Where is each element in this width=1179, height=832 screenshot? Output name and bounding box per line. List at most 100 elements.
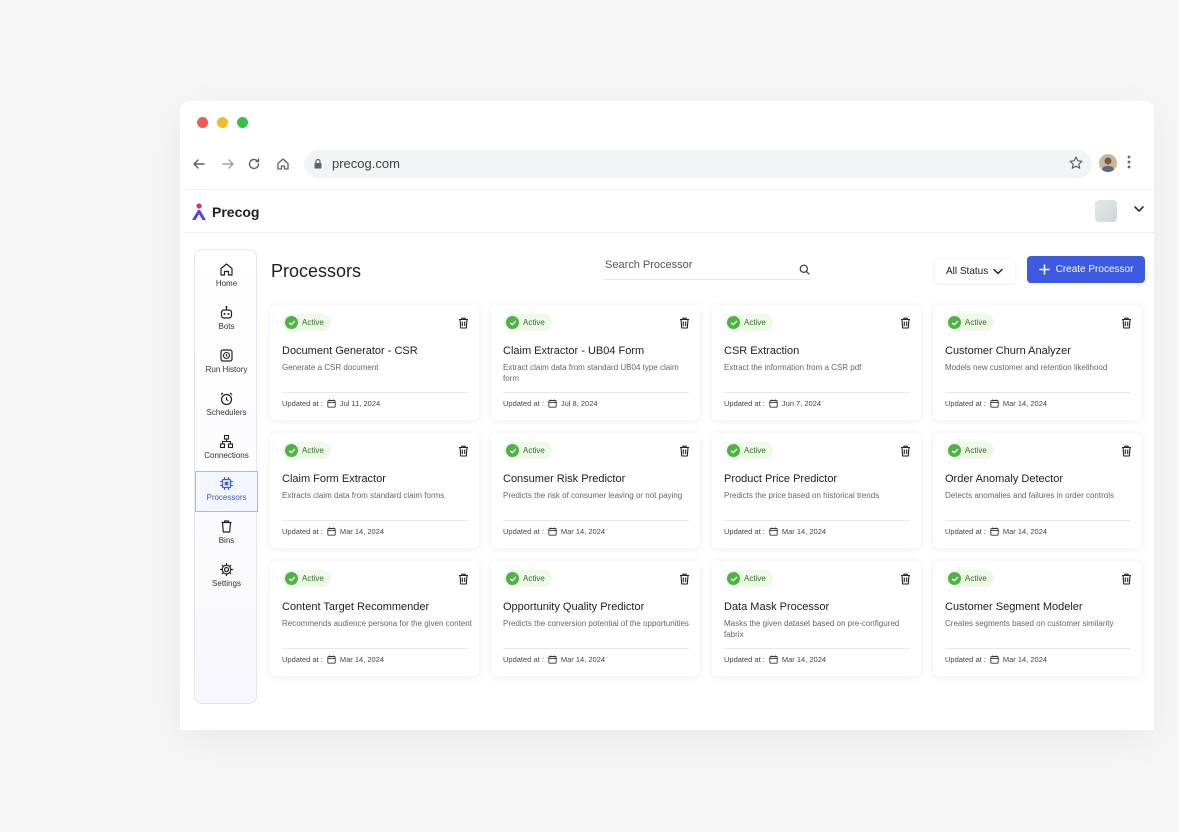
minimize-window-button[interactable] (217, 117, 228, 128)
delete-icon[interactable] (900, 445, 911, 457)
processor-description: Creates segments based on customer simil… (945, 619, 1114, 628)
status-badge: Active (283, 570, 331, 587)
chevron-down-icon (993, 268, 1003, 274)
back-arrow-icon[interactable] (188, 153, 210, 175)
processor-description: Predicts the conversion potential of the… (503, 619, 689, 628)
updated-date: Mar 14, 2024 (339, 655, 385, 664)
search-input[interactable]: Search Processor (603, 256, 811, 280)
processor-card[interactable]: Active Data Mask Processor Masks the giv… (712, 561, 921, 676)
status-text: Active (744, 318, 766, 327)
processor-description: Detects anomalies and failures in order … (945, 491, 1114, 500)
delete-icon[interactable] (679, 317, 690, 329)
browser-window: precog.com Precog Home Bots Run History … (180, 101, 1154, 730)
calendar-icon (990, 399, 999, 408)
sidebar-item-label: Run History (205, 365, 248, 374)
check-circle-icon (727, 444, 740, 457)
calendar-icon (548, 399, 557, 408)
processor-card[interactable]: Active Claim Form Extractor Extracts cla… (270, 433, 479, 548)
check-circle-icon (285, 572, 298, 585)
processor-description: Masks the given dataset based on pre-con… (724, 619, 900, 639)
updated-date: Jul 11, 2024 (339, 399, 381, 408)
status-badge: Active (283, 314, 331, 331)
processor-card[interactable]: Active Customer Churn Analyzer Models ne… (933, 305, 1142, 420)
card-divider (282, 392, 468, 393)
maximize-window-button[interactable] (237, 117, 248, 128)
browser-menu-icon[interactable] (1126, 154, 1132, 175)
calendar-icon (548, 527, 557, 536)
processor-card[interactable]: Active Document Generator - CSR Generate… (270, 305, 479, 420)
bookmark-star-icon[interactable] (1068, 155, 1084, 171)
calendar-icon (327, 527, 336, 536)
status-text: Active (302, 318, 324, 327)
calendar-icon (327, 655, 336, 664)
address-bar[interactable]: precog.com (304, 150, 1092, 178)
sidebar-item-bots[interactable]: Bots (195, 301, 258, 342)
calendar-icon (990, 527, 999, 536)
delete-icon[interactable] (1121, 573, 1132, 585)
delete-icon[interactable] (1121, 317, 1132, 329)
card-footer: Updated at : Jul 8, 2024 (503, 399, 598, 408)
brand-logo[interactable]: Precog (189, 202, 259, 222)
status-text: Active (744, 574, 766, 583)
delete-icon[interactable] (679, 445, 690, 457)
search-icon[interactable] (799, 264, 810, 275)
processor-title: Customer Segment Modeler (945, 601, 1083, 613)
delete-icon[interactable] (458, 445, 469, 457)
plus-icon (1038, 264, 1050, 275)
delete-icon[interactable] (900, 573, 911, 585)
profile-avatar[interactable] (1099, 154, 1117, 172)
sidebar-item-home[interactable]: Home (195, 258, 258, 299)
delete-icon[interactable] (1121, 445, 1132, 457)
card-footer: Updated at : Mar 14, 2024 (945, 399, 1047, 408)
sidebar-item-processors[interactable]: Processors (195, 471, 258, 512)
card-divider (724, 392, 910, 393)
status-text: Active (302, 574, 324, 583)
processor-title: Opportunity Quality Predictor (503, 601, 645, 613)
updated-label: Updated at : (503, 655, 544, 664)
delete-icon[interactable] (900, 317, 911, 329)
delete-icon[interactable] (679, 573, 690, 585)
check-circle-icon (727, 572, 740, 585)
status-badge: Active (504, 314, 552, 331)
processor-title: Claim Extractor - UB04 Form (503, 345, 645, 357)
processor-card[interactable]: Active Product Price Predictor Predicts … (712, 433, 921, 548)
processor-card[interactable]: Active Content Target Recommender Recomm… (270, 561, 479, 676)
chevron-down-icon[interactable] (1134, 205, 1144, 213)
processor-card[interactable]: Active Consumer Risk Predictor Predicts … (491, 433, 700, 548)
calendar-icon (769, 527, 778, 536)
updated-date: Mar 14, 2024 (781, 655, 827, 664)
processor-card[interactable]: Active Opportunity Quality Predictor Pre… (491, 561, 700, 676)
processor-card[interactable]: Active Claim Extractor - UB04 Form Extra… (491, 305, 700, 420)
network-icon (219, 434, 234, 449)
calendar-icon (769, 655, 778, 664)
create-processor-button[interactable]: Create Processor (1027, 256, 1145, 283)
sidebar-item-settings[interactable]: Settings (195, 558, 258, 599)
status-text: Active (302, 446, 324, 455)
card-footer: Updated at : Mar 14, 2024 (945, 527, 1047, 536)
sidebar-item-label: Bots (218, 322, 235, 331)
user-avatar[interactable] (1095, 200, 1117, 222)
updated-label: Updated at : (945, 655, 986, 664)
delete-icon[interactable] (458, 317, 469, 329)
sidebar-item-schedulers[interactable]: Schedulers (195, 387, 258, 428)
sidebar-item-connections[interactable]: Connections (195, 430, 258, 471)
reload-icon[interactable] (243, 153, 265, 175)
card-footer: Updated at : Mar 14, 2024 (724, 655, 826, 664)
status-filter-dropdown[interactable]: All Status (935, 259, 1015, 283)
forward-arrow-icon[interactable] (217, 153, 239, 175)
sidebar: Home Bots Run History Schedulers Connect… (194, 249, 258, 704)
processor-card[interactable]: Active CSR Extraction Extract the inform… (712, 305, 921, 420)
home-browser-icon[interactable] (272, 153, 294, 175)
processor-card[interactable]: Active Order Anomaly Detector Detects an… (933, 433, 1142, 548)
delete-icon[interactable] (458, 573, 469, 585)
bot-icon (220, 306, 233, 319)
close-window-button[interactable] (197, 117, 208, 128)
precog-logo-icon (192, 203, 206, 220)
processor-card[interactable]: Active Customer Segment Modeler Creates … (933, 561, 1142, 676)
sidebar-item-run-history[interactable]: Run History (195, 344, 258, 385)
sidebar-item-bins[interactable]: Bins (195, 515, 258, 556)
sidebar-item-label: Schedulers (206, 408, 247, 417)
status-badge: Active (946, 570, 994, 587)
brand-name: Precog (212, 204, 260, 220)
sidebar-item-label: Processors (206, 493, 247, 502)
